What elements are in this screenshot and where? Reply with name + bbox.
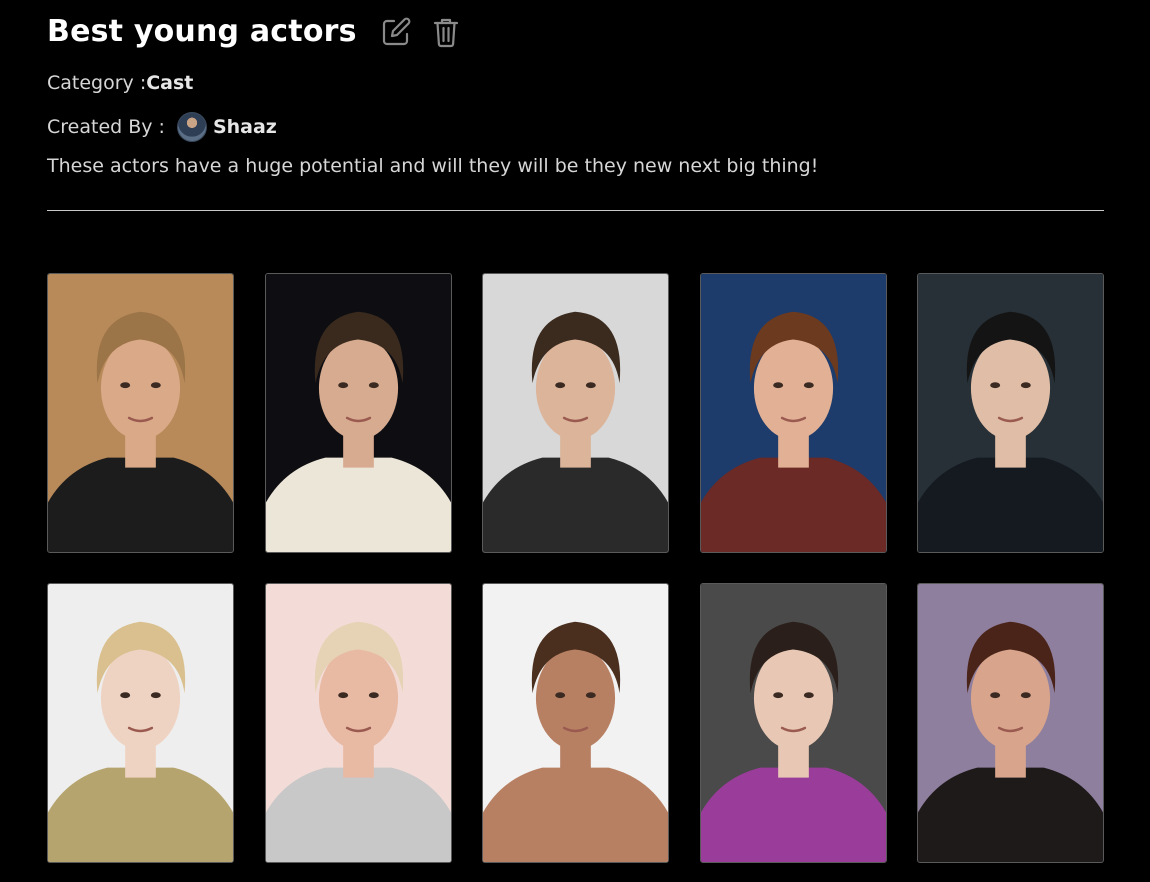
list-header: Best young actors: [47, 14, 463, 49]
actor-photo: [265, 584, 451, 862]
actor-card[interactable]: [699, 583, 887, 863]
actor-card[interactable]: [482, 273, 669, 553]
pencil-square-icon: [382, 17, 411, 45]
actor-photo: [700, 274, 886, 552]
category-label: Category :: [47, 72, 147, 94]
actor-photo: [918, 584, 1103, 862]
actor-card[interactable]: [917, 273, 1104, 553]
edit-button[interactable]: [379, 15, 413, 49]
creator-name[interactable]: Shaaz: [213, 116, 277, 138]
actor-photo: [918, 274, 1103, 552]
list-title: Best young actors: [47, 14, 357, 49]
actor-card[interactable]: [47, 583, 234, 863]
actor-card[interactable]: [482, 583, 669, 863]
actor-photo: [483, 584, 668, 862]
created-by-label: Created By :: [47, 116, 165, 138]
trash-icon: [433, 18, 458, 47]
list-description: These actors have a huge potential and w…: [47, 155, 819, 177]
actor-card[interactable]: [264, 273, 452, 553]
category-row: Category : Cast: [47, 72, 193, 94]
created-by-row: Created By : Shaaz: [47, 112, 277, 142]
category-value[interactable]: Cast: [146, 72, 193, 94]
actor-card[interactable]: [264, 583, 452, 863]
actor-photo: [48, 274, 233, 552]
actor-photo: [483, 274, 668, 552]
actor-grid: [47, 273, 1104, 863]
actor-photo: [265, 274, 451, 552]
actor-card[interactable]: [917, 583, 1104, 863]
delete-button[interactable]: [429, 15, 463, 49]
divider: [47, 210, 1104, 211]
creator-avatar[interactable]: [176, 112, 207, 142]
actor-card[interactable]: [699, 273, 887, 553]
actor-photo: [700, 584, 886, 862]
list-detail-page: Best young actors Category : Cast Create…: [0, 0, 1150, 882]
actor-photo: [48, 584, 233, 862]
actor-card[interactable]: [47, 273, 234, 553]
